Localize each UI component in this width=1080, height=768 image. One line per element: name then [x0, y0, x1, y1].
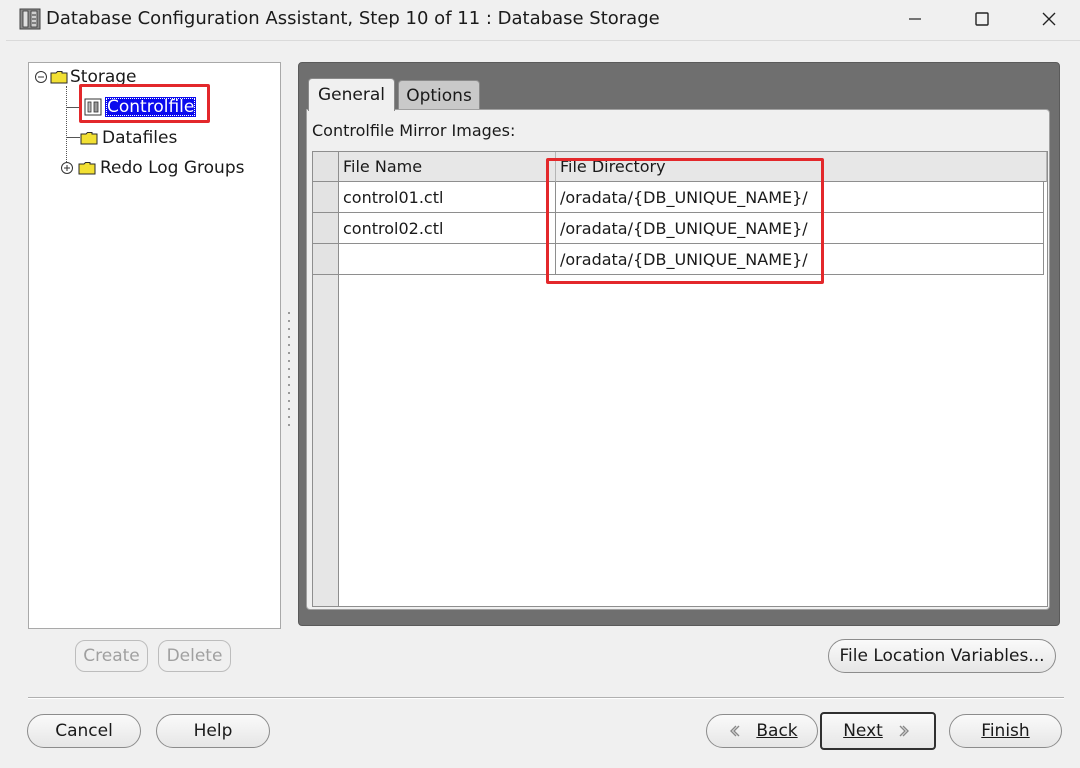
finish-button[interactable]: Finish	[949, 714, 1062, 748]
tree-connector	[66, 137, 80, 138]
tab-options[interactable]: Options	[398, 80, 480, 110]
file-location-variables-button[interactable]: File Location Variables...	[828, 639, 1056, 673]
create-button[interactable]: Create	[75, 640, 148, 672]
cell-file-directory[interactable]: /oradata/{DB_UNIQUE_NAME}/	[556, 244, 1044, 275]
maximize-button[interactable]	[952, 0, 1012, 38]
help-button[interactable]: Help	[156, 714, 270, 748]
tree-node-controlfile[interactable]: Controlfile	[84, 95, 197, 119]
back-button[interactable]: Back	[706, 714, 818, 748]
column-header-file-name[interactable]: File Name	[339, 152, 556, 182]
cell-file-directory[interactable]: /oradata/{DB_UNIQUE_NAME}/	[556, 213, 1044, 244]
tree-label-datafiles: Datafiles	[102, 128, 178, 148]
panel-splitter[interactable]	[286, 312, 292, 432]
controlfile-table[interactable]: File Name File Directory control01.ctl /…	[312, 151, 1048, 607]
controlfile-icon	[84, 98, 102, 116]
expand-icon[interactable]	[60, 161, 74, 175]
tree-node-storage[interactable]: Storage	[34, 65, 137, 89]
column-header-file-directory[interactable]: File Directory	[556, 152, 1047, 182]
corner-header	[313, 152, 339, 182]
cancel-button[interactable]: Cancel	[27, 714, 141, 748]
tab-options-label: Options	[406, 85, 472, 106]
tree-node-redo-log-groups[interactable]: Redo Log Groups	[60, 156, 244, 180]
section-label: Controlfile Mirror Images:	[312, 121, 516, 140]
tree-label-controlfile: Controlfile	[105, 97, 197, 117]
minimize-icon	[909, 18, 921, 20]
row-header[interactable]	[313, 244, 339, 275]
close-icon	[1042, 12, 1056, 26]
title-bar: Database Configuration Assistant, Step 1…	[0, 0, 1080, 40]
row-header[interactable]	[313, 182, 339, 213]
finish-label: Finish	[981, 721, 1030, 741]
tab-general-label: General	[318, 85, 385, 105]
collapse-icon[interactable]	[34, 70, 48, 84]
folder-icon	[50, 71, 68, 84]
cell-file-name[interactable]: control01.ctl	[339, 182, 556, 213]
footer-separator	[28, 697, 1064, 699]
next-button[interactable]: Next	[820, 712, 936, 750]
delete-button[interactable]: Delete	[158, 640, 231, 672]
close-button[interactable]	[1019, 0, 1079, 38]
window-title: Database Configuration Assistant, Step 1…	[46, 8, 660, 29]
tree-label-storage: Storage	[70, 67, 137, 87]
tree-label-redo-log-groups: Redo Log Groups	[100, 158, 245, 178]
tab-general[interactable]: General	[308, 78, 395, 111]
cell-file-directory[interactable]: /oradata/{DB_UNIQUE_NAME}/	[556, 182, 1044, 213]
tree-node-datafiles[interactable]: Datafiles	[80, 126, 177, 150]
tree-connector	[66, 107, 80, 108]
chevron-left-icon	[730, 725, 740, 737]
maximize-icon	[975, 12, 989, 26]
folder-icon	[78, 162, 96, 175]
minimize-button[interactable]	[885, 0, 945, 38]
folder-icon	[80, 132, 98, 145]
next-label: Next	[843, 721, 883, 741]
back-label: Back	[756, 721, 798, 741]
chevron-right-icon	[899, 725, 909, 737]
row-header[interactable]	[313, 213, 339, 244]
cell-file-name[interactable]	[339, 244, 556, 275]
database-app-icon	[19, 8, 41, 30]
cell-file-name[interactable]: control02.ctl	[339, 213, 556, 244]
